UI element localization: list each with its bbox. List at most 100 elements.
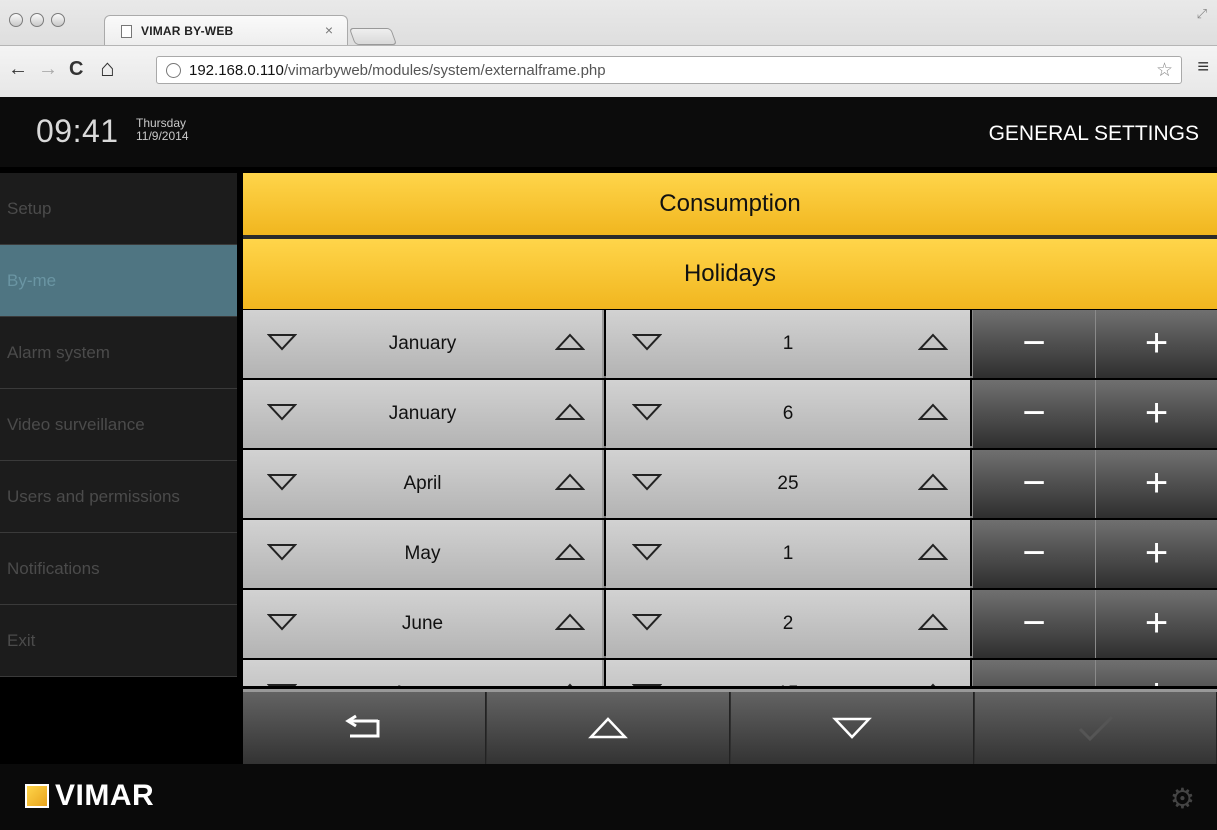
month-down-arrow-icon[interactable] — [266, 682, 298, 686]
reload-button[interactable]: C — [69, 52, 83, 86]
month-selector: April — [243, 450, 604, 518]
home-button[interactable]: ⌂ — [100, 52, 115, 86]
month-up-arrow-icon[interactable] — [554, 332, 586, 352]
browser-window: VIMAR BY-WEB × ⤢ ← → C ⌂ 192.168.0.110/v… — [0, 0, 1217, 830]
close-window-button[interactable] — [9, 13, 23, 27]
app-header: 09:41 Thursday 11/9/2014 GENERAL SETTING… — [0, 97, 1217, 167]
day-value: 15 — [666, 660, 910, 686]
month-down-arrow-icon[interactable] — [266, 332, 298, 352]
add-holiday-button[interactable]: + — [1095, 380, 1217, 448]
add-holiday-button[interactable]: + — [1095, 450, 1217, 518]
browser-toolbar: ← → C ⌂ 192.168.0.110/vimarbyweb/modules… — [0, 45, 1217, 97]
month-up-arrow-icon[interactable] — [554, 402, 586, 422]
gear-icon[interactable]: ⚙ — [1170, 782, 1195, 815]
day-up-arrow-icon[interactable] — [917, 472, 949, 492]
back-button[interactable]: ← — [8, 52, 28, 86]
day-down-arrow-icon[interactable] — [631, 682, 663, 686]
month-down-arrow-icon[interactable] — [266, 472, 298, 492]
day-down-arrow-icon[interactable] — [631, 402, 663, 422]
day-up-arrow-icon[interactable] — [918, 682, 948, 686]
sidebar-item-video-surveillance[interactable]: Video surveillance — [0, 389, 237, 461]
remove-holiday-button[interactable]: − — [972, 380, 1095, 448]
minimize-window-button[interactable] — [30, 13, 44, 27]
month-value: January — [388, 333, 457, 354]
triangle-up-icon — [588, 717, 628, 739]
url-text[interactable]: 192.168.0.110/vimarbyweb/modules/system/… — [189, 62, 606, 79]
day-selector: 6 — [606, 380, 970, 448]
add-holiday-button[interactable]: + — [1095, 660, 1217, 686]
globe-icon — [166, 63, 181, 78]
new-tab-button[interactable] — [348, 28, 398, 45]
day-up-arrow-icon[interactable] — [917, 402, 949, 422]
month-up-arrow-icon[interactable] — [555, 682, 585, 686]
month-selector: May — [243, 520, 604, 588]
month-value: January — [388, 403, 457, 424]
month-up-arrow-icon[interactable] — [554, 612, 586, 632]
app-footer: VIMAR ⚙ — [0, 764, 1217, 830]
clock-date: Thursday 11/9/2014 — [136, 117, 189, 143]
sidebar-item-exit[interactable]: Exit — [0, 605, 237, 677]
address-bar[interactable]: 192.168.0.110/vimarbyweb/modules/system/… — [156, 56, 1182, 84]
tab-close-button[interactable]: × — [325, 22, 333, 38]
day-up-arrow-icon[interactable] — [917, 542, 949, 562]
page-icon — [121, 25, 132, 38]
sidebar-item-notifications[interactable]: Notifications — [0, 533, 237, 605]
bookmark-star-icon[interactable]: ☆ — [1156, 59, 1173, 82]
remove-holiday-button[interactable]: − — [972, 310, 1095, 378]
remove-holiday-button[interactable]: − — [972, 590, 1095, 658]
triangle-down-icon — [832, 717, 872, 739]
date: 11/9/2014 — [136, 129, 189, 143]
month-down-arrow-icon[interactable] — [266, 402, 298, 422]
sidebar-item-setup[interactable]: Setup — [0, 173, 237, 245]
scroll-up-button[interactable] — [487, 692, 730, 764]
month-down-arrow-icon[interactable] — [266, 612, 298, 632]
holiday-row: January 6 − + — [243, 380, 1217, 448]
sidebar-item-by-me[interactable]: By-me — [0, 245, 237, 317]
add-holiday-button[interactable]: + — [1095, 590, 1217, 658]
month-value: August — [303, 660, 542, 686]
url-path: /vimarbyweb/modules/system/externalframe… — [283, 62, 606, 79]
confirm-button[interactable] — [975, 692, 1217, 764]
day-selector: 15 — [606, 660, 970, 686]
day-up-arrow-icon[interactable] — [917, 332, 949, 352]
holiday-row: June 2 − + — [243, 590, 1217, 658]
day-down-arrow-icon[interactable] — [631, 332, 663, 352]
month-up-arrow-icon[interactable] — [554, 542, 586, 562]
remove-holiday-button[interactable]: − — [972, 660, 1095, 686]
day-value: 1 — [782, 333, 794, 354]
month-value: May — [404, 543, 441, 564]
browser-chrome: VIMAR BY-WEB × ⤢ ← → C ⌂ 192.168.0.110/v… — [0, 0, 1217, 97]
day-value: 6 — [782, 403, 794, 424]
month-value: June — [401, 613, 444, 634]
return-arrow-icon — [345, 714, 380, 738]
back-return-button[interactable] — [243, 692, 486, 764]
day-down-arrow-icon[interactable] — [631, 542, 663, 562]
month-value: April — [403, 473, 442, 494]
fullscreen-icon[interactable]: ⤢ — [1197, 6, 1207, 22]
month-up-arrow-icon[interactable] — [554, 472, 586, 492]
month-down-arrow-icon[interactable] — [266, 542, 298, 562]
forward-button[interactable]: → — [38, 52, 58, 86]
section-consumption[interactable]: Consumption — [243, 173, 1217, 235]
day-up-arrow-icon[interactable] — [917, 612, 949, 632]
day-selector: 1 — [606, 520, 970, 588]
holiday-row: May 1 − + — [243, 520, 1217, 588]
remove-holiday-button[interactable]: − — [972, 450, 1095, 518]
browser-tab[interactable]: VIMAR BY-WEB × — [104, 15, 348, 45]
sidebar-item-users-and-permissions[interactable]: Users and permissions — [0, 461, 237, 533]
month-selector: June — [243, 590, 604, 658]
sidebar-item-alarm-system[interactable]: Alarm system — [0, 317, 237, 389]
scroll-down-button[interactable] — [731, 692, 974, 764]
section-holidays[interactable]: Holidays — [243, 239, 1217, 309]
day-down-arrow-icon[interactable] — [631, 472, 663, 492]
add-holiday-button[interactable]: + — [1095, 310, 1217, 378]
settings-panel: Consumption Holidays January 1− + January 6−… — [243, 173, 1217, 764]
month-selector: August — [243, 660, 604, 686]
browser-menu-icon[interactable]: ≡ — [1197, 54, 1209, 80]
brand-name: VIMAR — [55, 779, 155, 812]
add-holiday-button[interactable]: + — [1095, 520, 1217, 588]
day-down-arrow-icon[interactable] — [631, 612, 663, 632]
zoom-window-button[interactable] — [51, 13, 65, 27]
day-selector: 25 — [606, 450, 970, 518]
remove-holiday-button[interactable]: − — [972, 520, 1095, 588]
